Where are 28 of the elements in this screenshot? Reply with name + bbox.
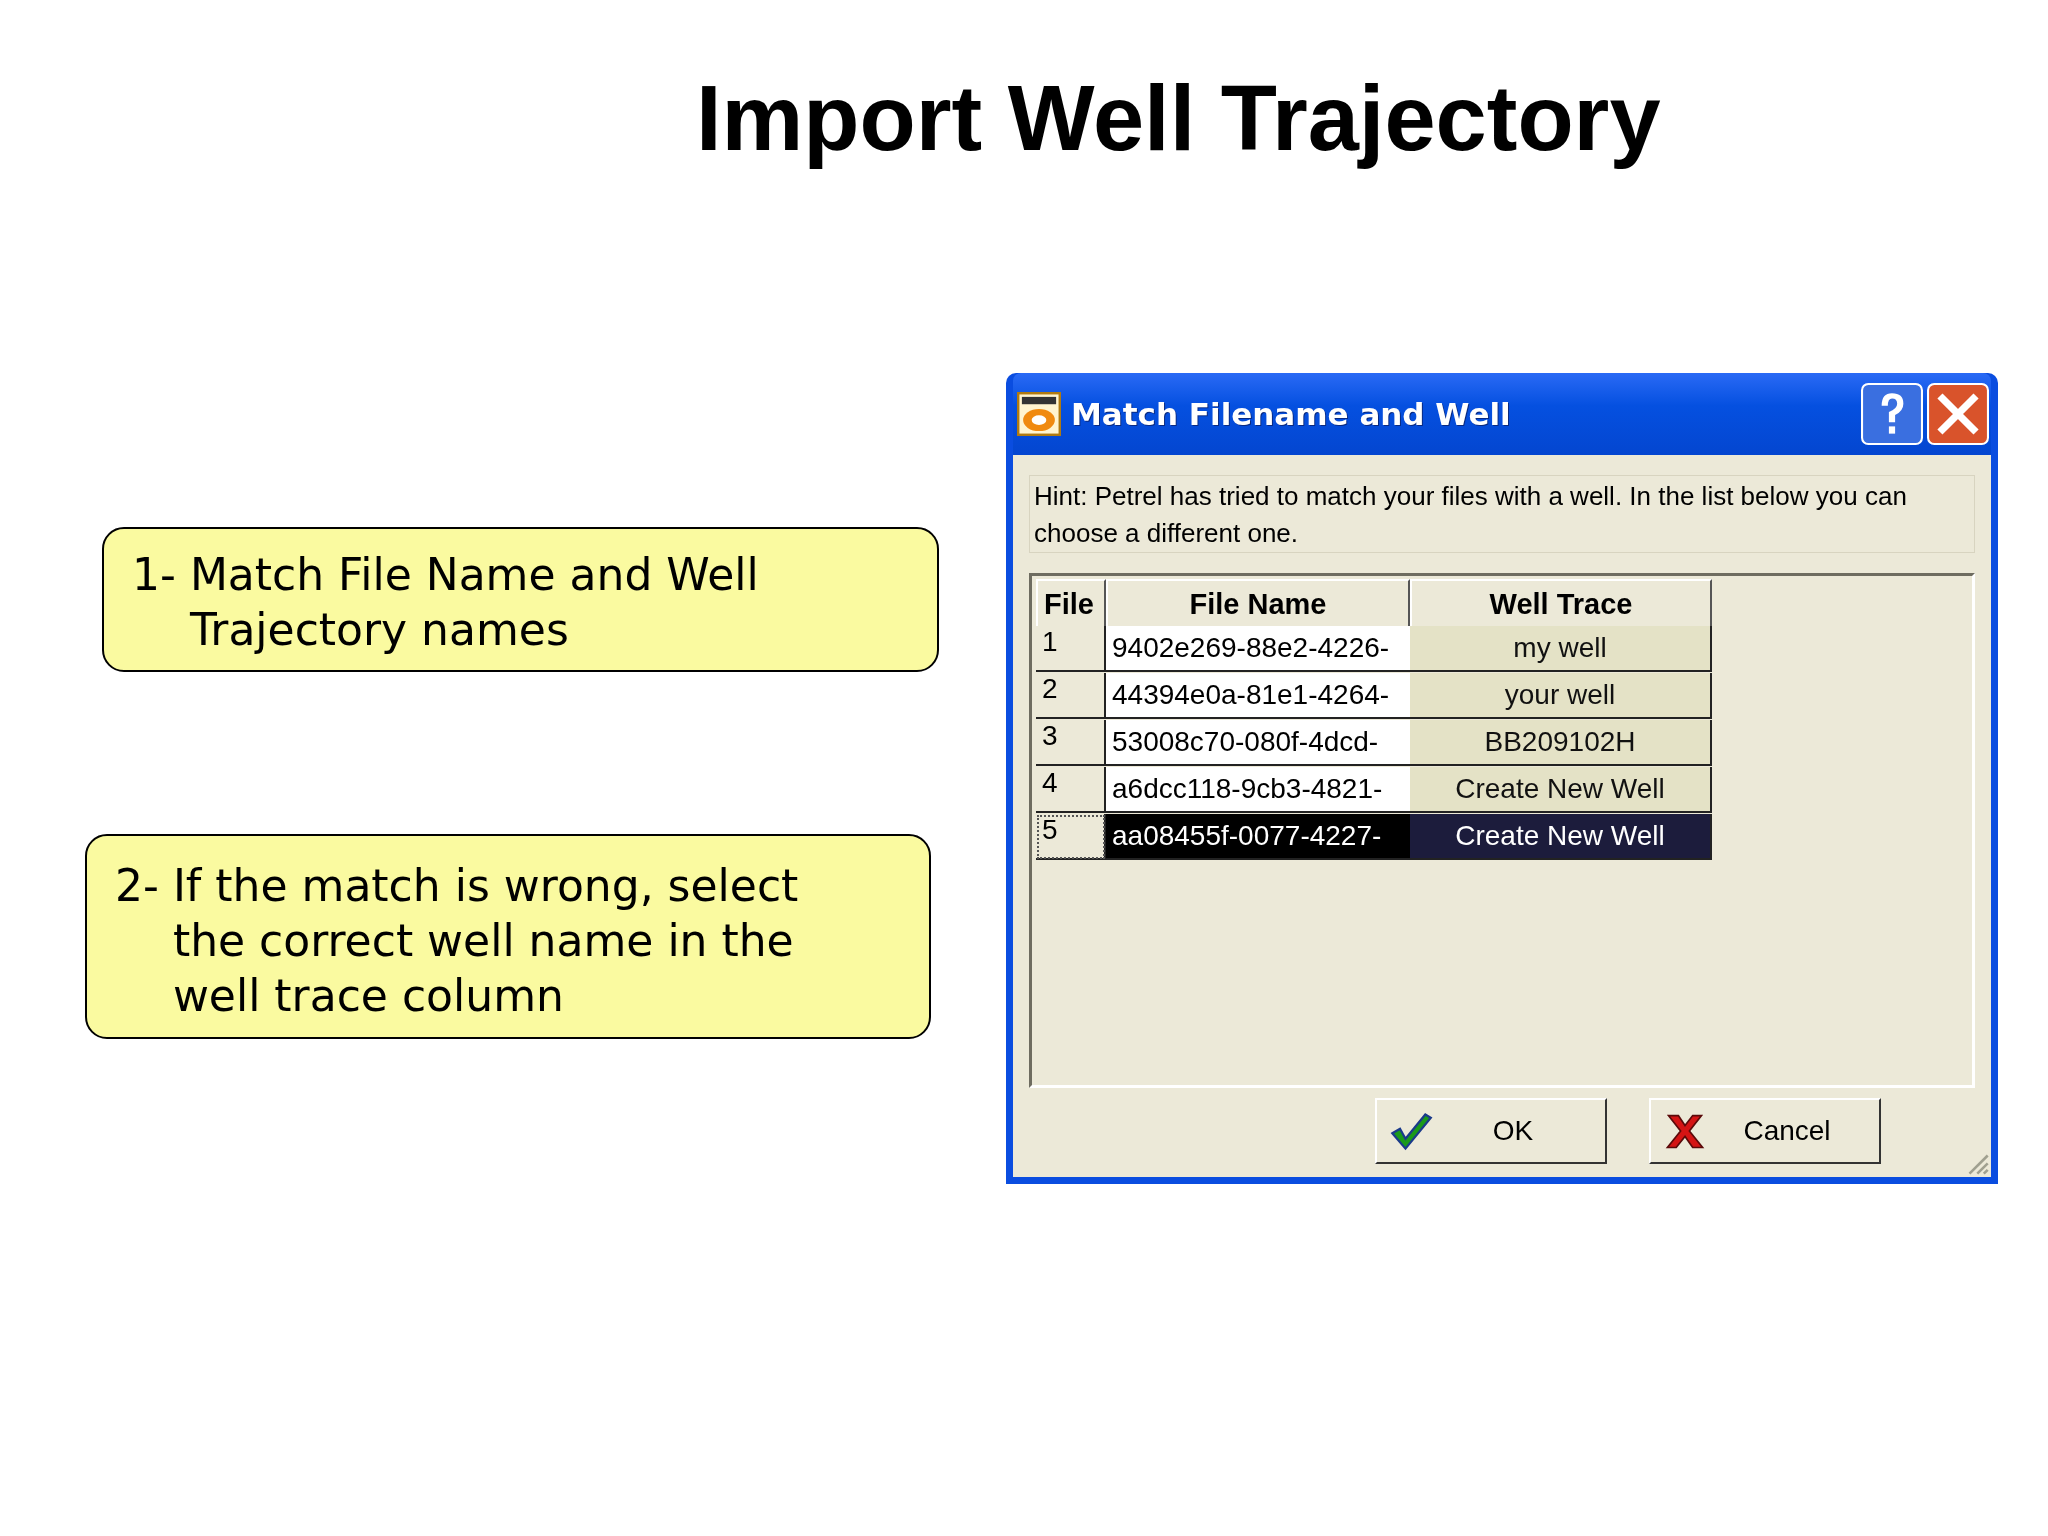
well-trace-cell[interactable]: Create New Well xyxy=(1410,814,1712,861)
well-trace-cell[interactable]: Create New Well xyxy=(1410,767,1712,814)
ok-button[interactable]: OK xyxy=(1375,1098,1607,1165)
row-number-cell: 4 xyxy=(1036,767,1106,814)
well-trace-cell[interactable]: my well xyxy=(1410,626,1712,673)
step-number: 2- xyxy=(115,859,159,914)
close-icon[interactable] xyxy=(1927,383,1989,446)
callout-text: Match File Name and Well Trajectory names xyxy=(189,548,760,658)
checkmark-icon xyxy=(1389,1111,1433,1152)
row-number-cell: 1 xyxy=(1036,626,1106,673)
cancel-button[interactable]: Cancel xyxy=(1649,1098,1881,1165)
row-number-cell: 2 xyxy=(1036,673,1106,720)
slide-title: Import Well Trajectory xyxy=(695,66,1661,170)
file-name-cell[interactable]: 53008c70-080f-4dcd- xyxy=(1106,720,1410,767)
app-icon xyxy=(1017,392,1061,437)
file-name-cell[interactable]: 9402e269-88e2-4226- xyxy=(1106,626,1410,673)
window-title: Match Filename and Well xyxy=(1071,396,1512,433)
callout-text: If the match is wrong, select the correct well name in the well trace column xyxy=(172,859,800,1024)
well-trace-cell[interactable]: your well xyxy=(1410,673,1712,720)
file-name-cell[interactable]: 44394e0a-81e1-4264- xyxy=(1106,673,1410,720)
well-trace-cell[interactable]: BB209102H xyxy=(1410,720,1712,767)
file-name-cell[interactable]: aa08455f-0077-4227- xyxy=(1106,814,1410,861)
help-icon[interactable] xyxy=(1861,383,1923,446)
file-name-cell[interactable]: a6dcc118-9cb3-4821- xyxy=(1106,767,1410,814)
row-number-cell: 3 xyxy=(1036,720,1106,767)
row-number-cell: 5 xyxy=(1036,814,1106,861)
step-number: 1- xyxy=(132,548,176,603)
hint-text: Hint: Petrel has tried to match your files with a well. In the list below you can choose a different one. xyxy=(1029,475,1975,554)
